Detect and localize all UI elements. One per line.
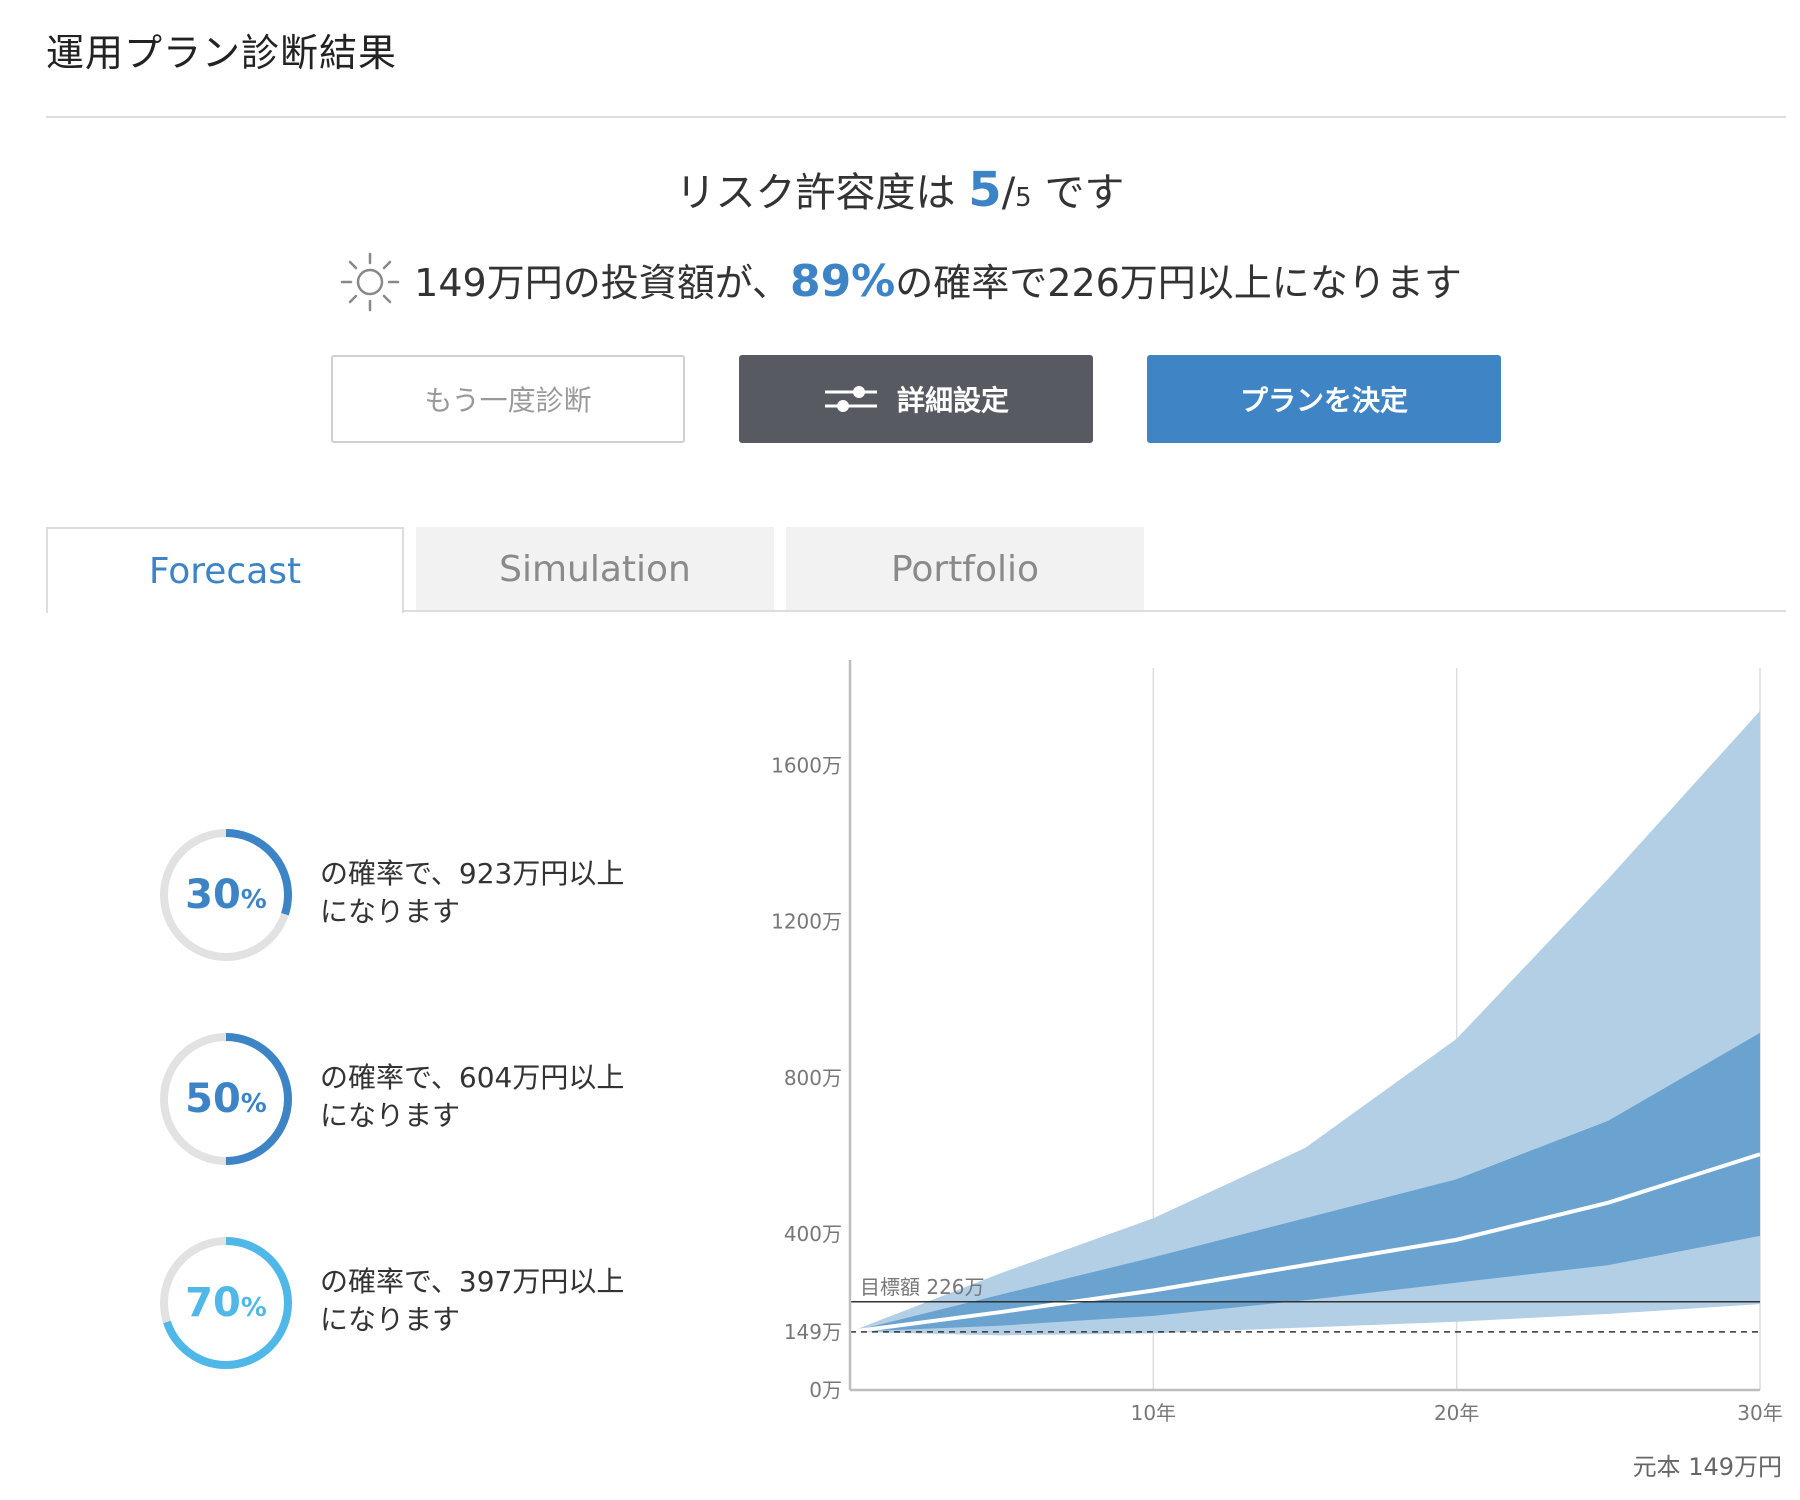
y-tick-label: 1600万 [771, 754, 842, 778]
summary-suffix: の確率で226万円以上になります [895, 261, 1462, 305]
forecast-line1: の確率で、397万円以上 [320, 1265, 625, 1298]
risk-value: 5 [968, 162, 1002, 218]
ring-value: 30 [185, 872, 241, 918]
tab-portfolio-label: Portfolio [890, 548, 1040, 590]
principal-note: 元本 149万円 [1632, 1453, 1782, 1481]
tab-simulation-label: Simulation [499, 548, 691, 590]
page-title: 運用プラン診断結果 [46, 31, 398, 75]
forecast-chart: 目標額 226万 0万 149万 400万 800万 1200万 1600万 10年 20年 30… [771, 660, 1783, 1425]
retry-diagnosis-button[interactable]: もう一度診断 [331, 355, 685, 443]
retry-label: もう一度診断 [424, 384, 592, 417]
decide-plan-button[interactable]: プランを決定 [1147, 355, 1501, 443]
forecast-line2: になります [320, 1303, 461, 1336]
ring-label: 30% [156, 825, 296, 965]
ring-value: 70 [185, 1280, 241, 1326]
tab-forecast-label: Forecast [148, 550, 302, 592]
summary-prefix: 149万円の投資額が、 [414, 261, 790, 305]
forecast-line1: の確率で、604万円以上 [320, 1061, 625, 1094]
forecast-item-50: 50% の確率で、604万円以上 になります [156, 1029, 716, 1169]
y-tick-label: 149万 [784, 1320, 842, 1344]
ring-unit: % [240, 1089, 267, 1119]
title-divider [46, 116, 1786, 118]
summary-percent: 89% [789, 256, 896, 307]
forecast-text: の確率で、397万円以上 になります [320, 1263, 624, 1339]
decide-label: プランを決定 [1239, 384, 1408, 417]
detail-label: 詳細設定 [896, 384, 1009, 417]
forecast-item-70: 70% の確率で、397万円以上 になります [156, 1233, 716, 1373]
tab-divider [404, 610, 1786, 612]
y-tick-label: 0万 [809, 1378, 842, 1402]
sliders-icon [824, 386, 877, 412]
detail-settings-button[interactable]: 詳細設定 [739, 355, 1093, 443]
x-tick-label: 30年 [1737, 1401, 1782, 1425]
ring-label: 50% [156, 1029, 296, 1169]
x-tick-label: 10年 [1131, 1401, 1176, 1425]
tab-portfolio[interactable]: Portfolio [786, 527, 1144, 611]
probability-summary: 149万円の投資額が、89%の確率で226万円以上になります [0, 252, 1800, 318]
y-tick-label: 1200万 [771, 910, 842, 934]
ring-unit: % [240, 1293, 267, 1323]
forecast-line2: になります [320, 895, 461, 928]
tab-simulation[interactable]: Simulation [416, 527, 774, 611]
target-label: 目標額 226万 [860, 1275, 985, 1299]
sun-icon [340, 252, 400, 311]
ring-label: 70% [156, 1233, 296, 1373]
forecast-text: の確率で、604万円以上 になります [320, 1059, 624, 1135]
forecast-line2: になります [320, 1099, 461, 1132]
forecast-item-30: 30% の確率で、923万円以上 になります [156, 825, 716, 965]
x-tick-label: 20年 [1434, 1401, 1479, 1425]
y-tick-label: 400万 [784, 1222, 842, 1246]
y-tick-label: 800万 [784, 1066, 842, 1090]
risk-tolerance-line: リスク許容度は 5/5 です [0, 160, 1800, 218]
risk-prefix: リスク許容度は [675, 170, 956, 216]
tab-forecast[interactable]: Forecast [46, 527, 404, 613]
forecast-text: の確率で、923万円以上 になります [320, 855, 624, 931]
risk-max: 5 [1015, 183, 1032, 213]
ring-value: 50 [185, 1076, 241, 1122]
ring-unit: % [240, 885, 267, 915]
risk-suffix: です [1044, 170, 1125, 216]
risk-slash: / [1001, 170, 1016, 216]
forecast-line1: の確率で、923万円以上 [320, 857, 625, 890]
